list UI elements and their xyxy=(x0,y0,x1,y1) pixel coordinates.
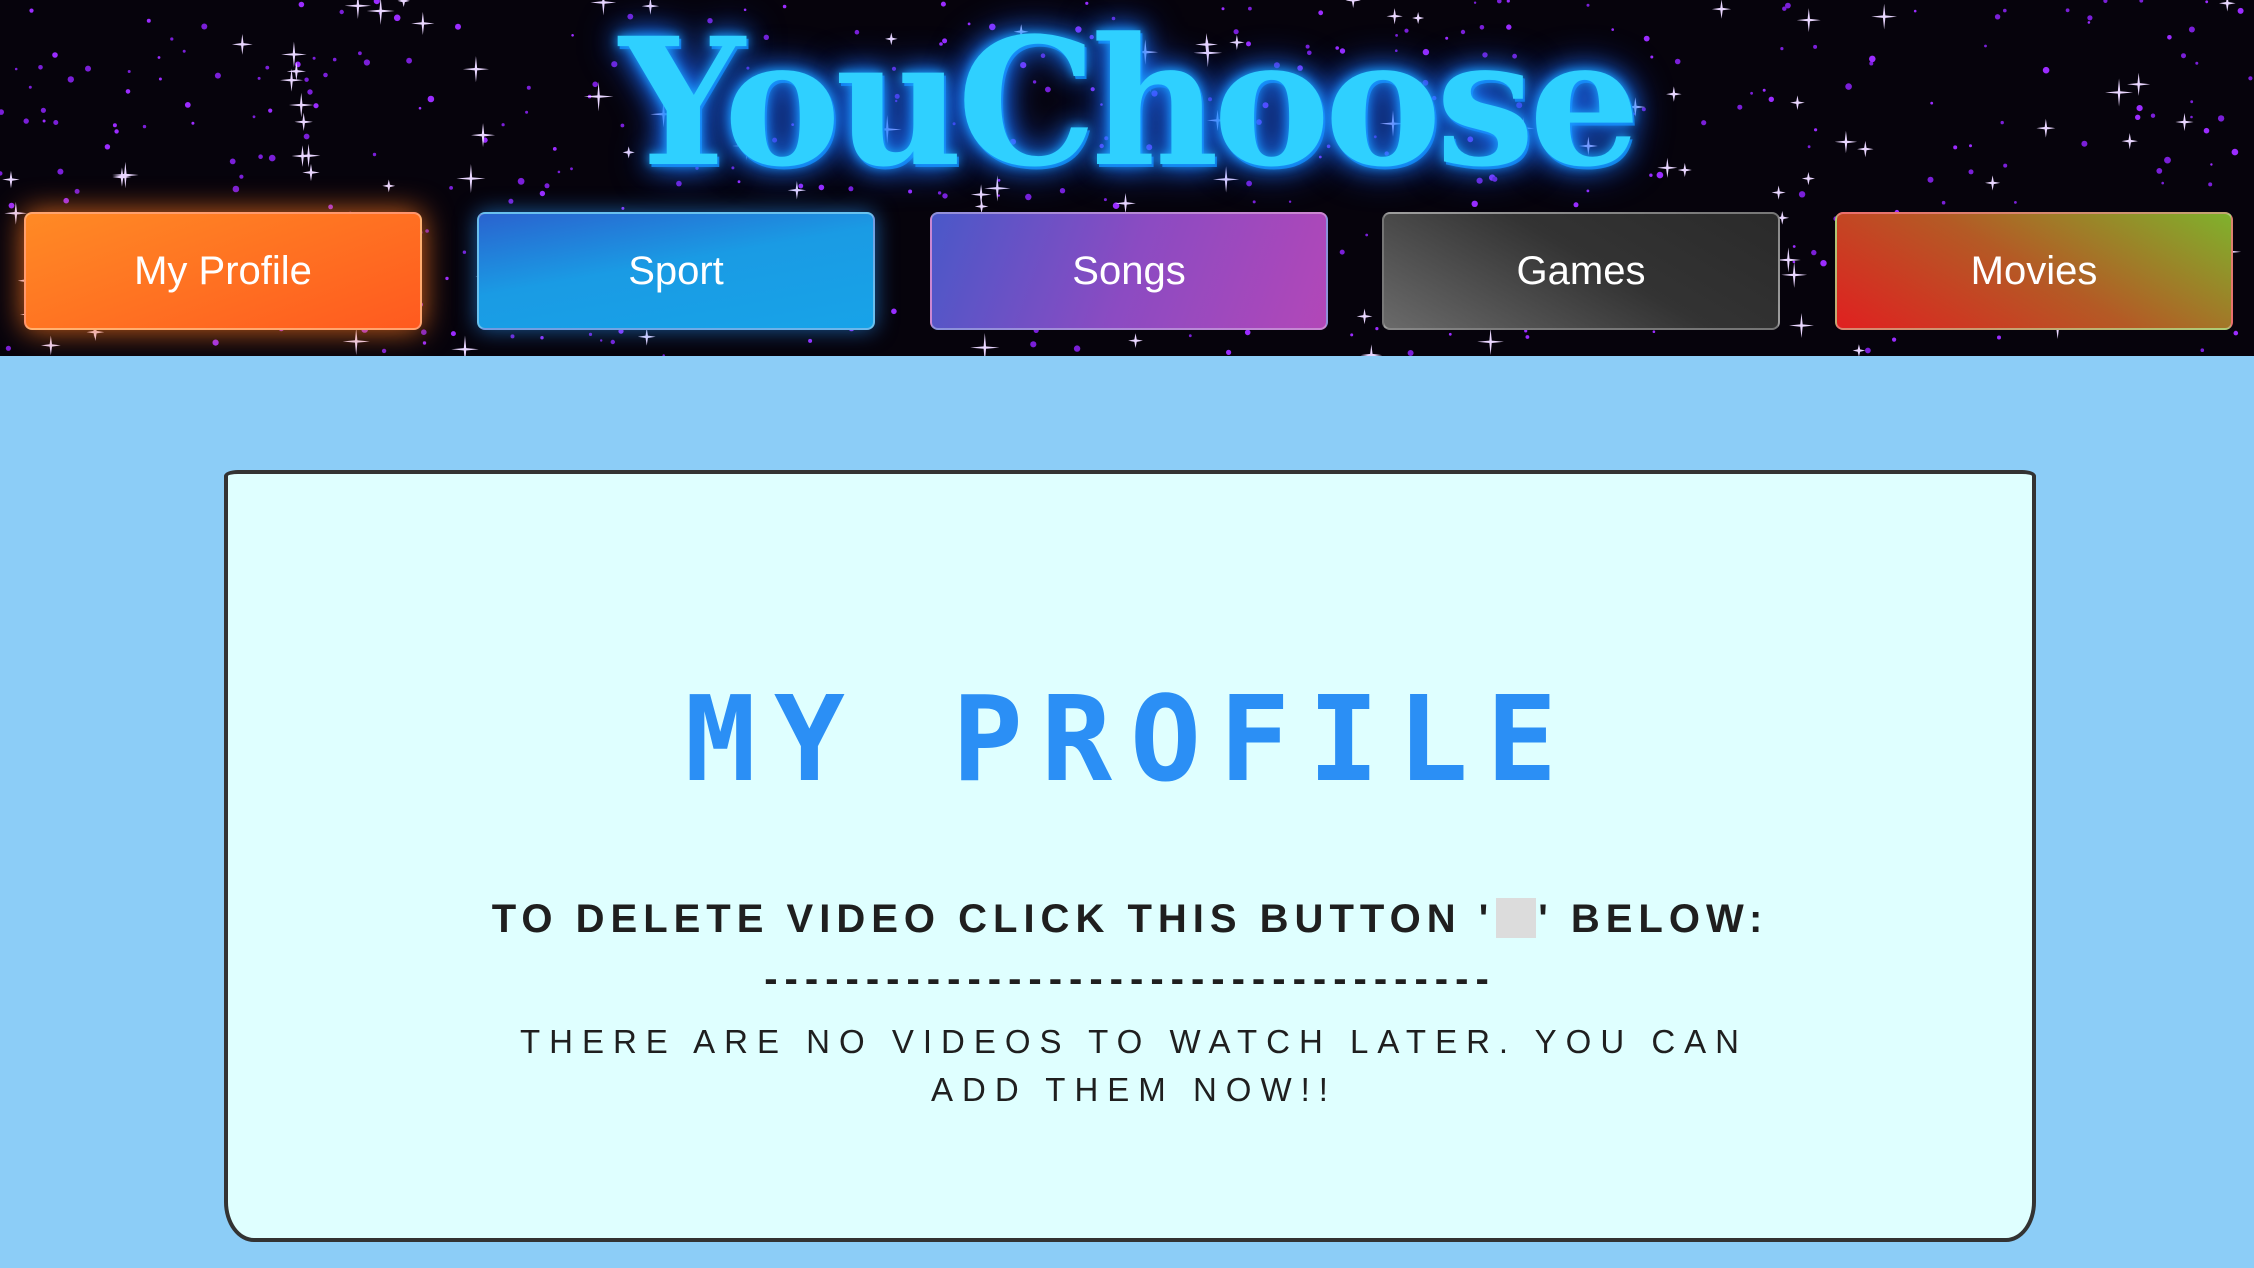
site-header: YouChoose My Profile Sport Songs Games M… xyxy=(0,0,2254,356)
empty-watch-later-message: THERE ARE NO VIDEOS TO WATCH LATER. YOU … xyxy=(519,1023,1749,1108)
nav-sport-button[interactable]: Sport xyxy=(477,212,875,330)
nav-songs-button[interactable]: Songs xyxy=(930,212,1328,330)
nav-my-profile-button[interactable]: My Profile xyxy=(24,212,422,330)
profile-card: MY PROFILE TO DELETE VIDEO CLICK THIS BU… xyxy=(224,470,2036,1242)
dashed-divider: ------------------------------------ xyxy=(764,957,1496,1001)
nav-games-button[interactable]: Games xyxy=(1382,212,1780,330)
instruction-text-end: ' BELOW: xyxy=(1538,897,1769,941)
main-nav: My Profile Sport Songs Games Movies xyxy=(24,212,2236,332)
delete-button-sample xyxy=(1496,898,1537,938)
delete-instruction: TO DELETE VIDEO CLICK THIS BUTTON ' ' BEL… xyxy=(228,889,2032,949)
nav-movies-button[interactable]: Movies xyxy=(1835,212,2233,330)
page-title: MY PROFILE xyxy=(684,670,1576,808)
brand-logo[interactable]: YouChoose xyxy=(0,8,2254,198)
instruction-text-start: TO DELETE VIDEO CLICK THIS BUTTON ' xyxy=(491,897,1495,941)
